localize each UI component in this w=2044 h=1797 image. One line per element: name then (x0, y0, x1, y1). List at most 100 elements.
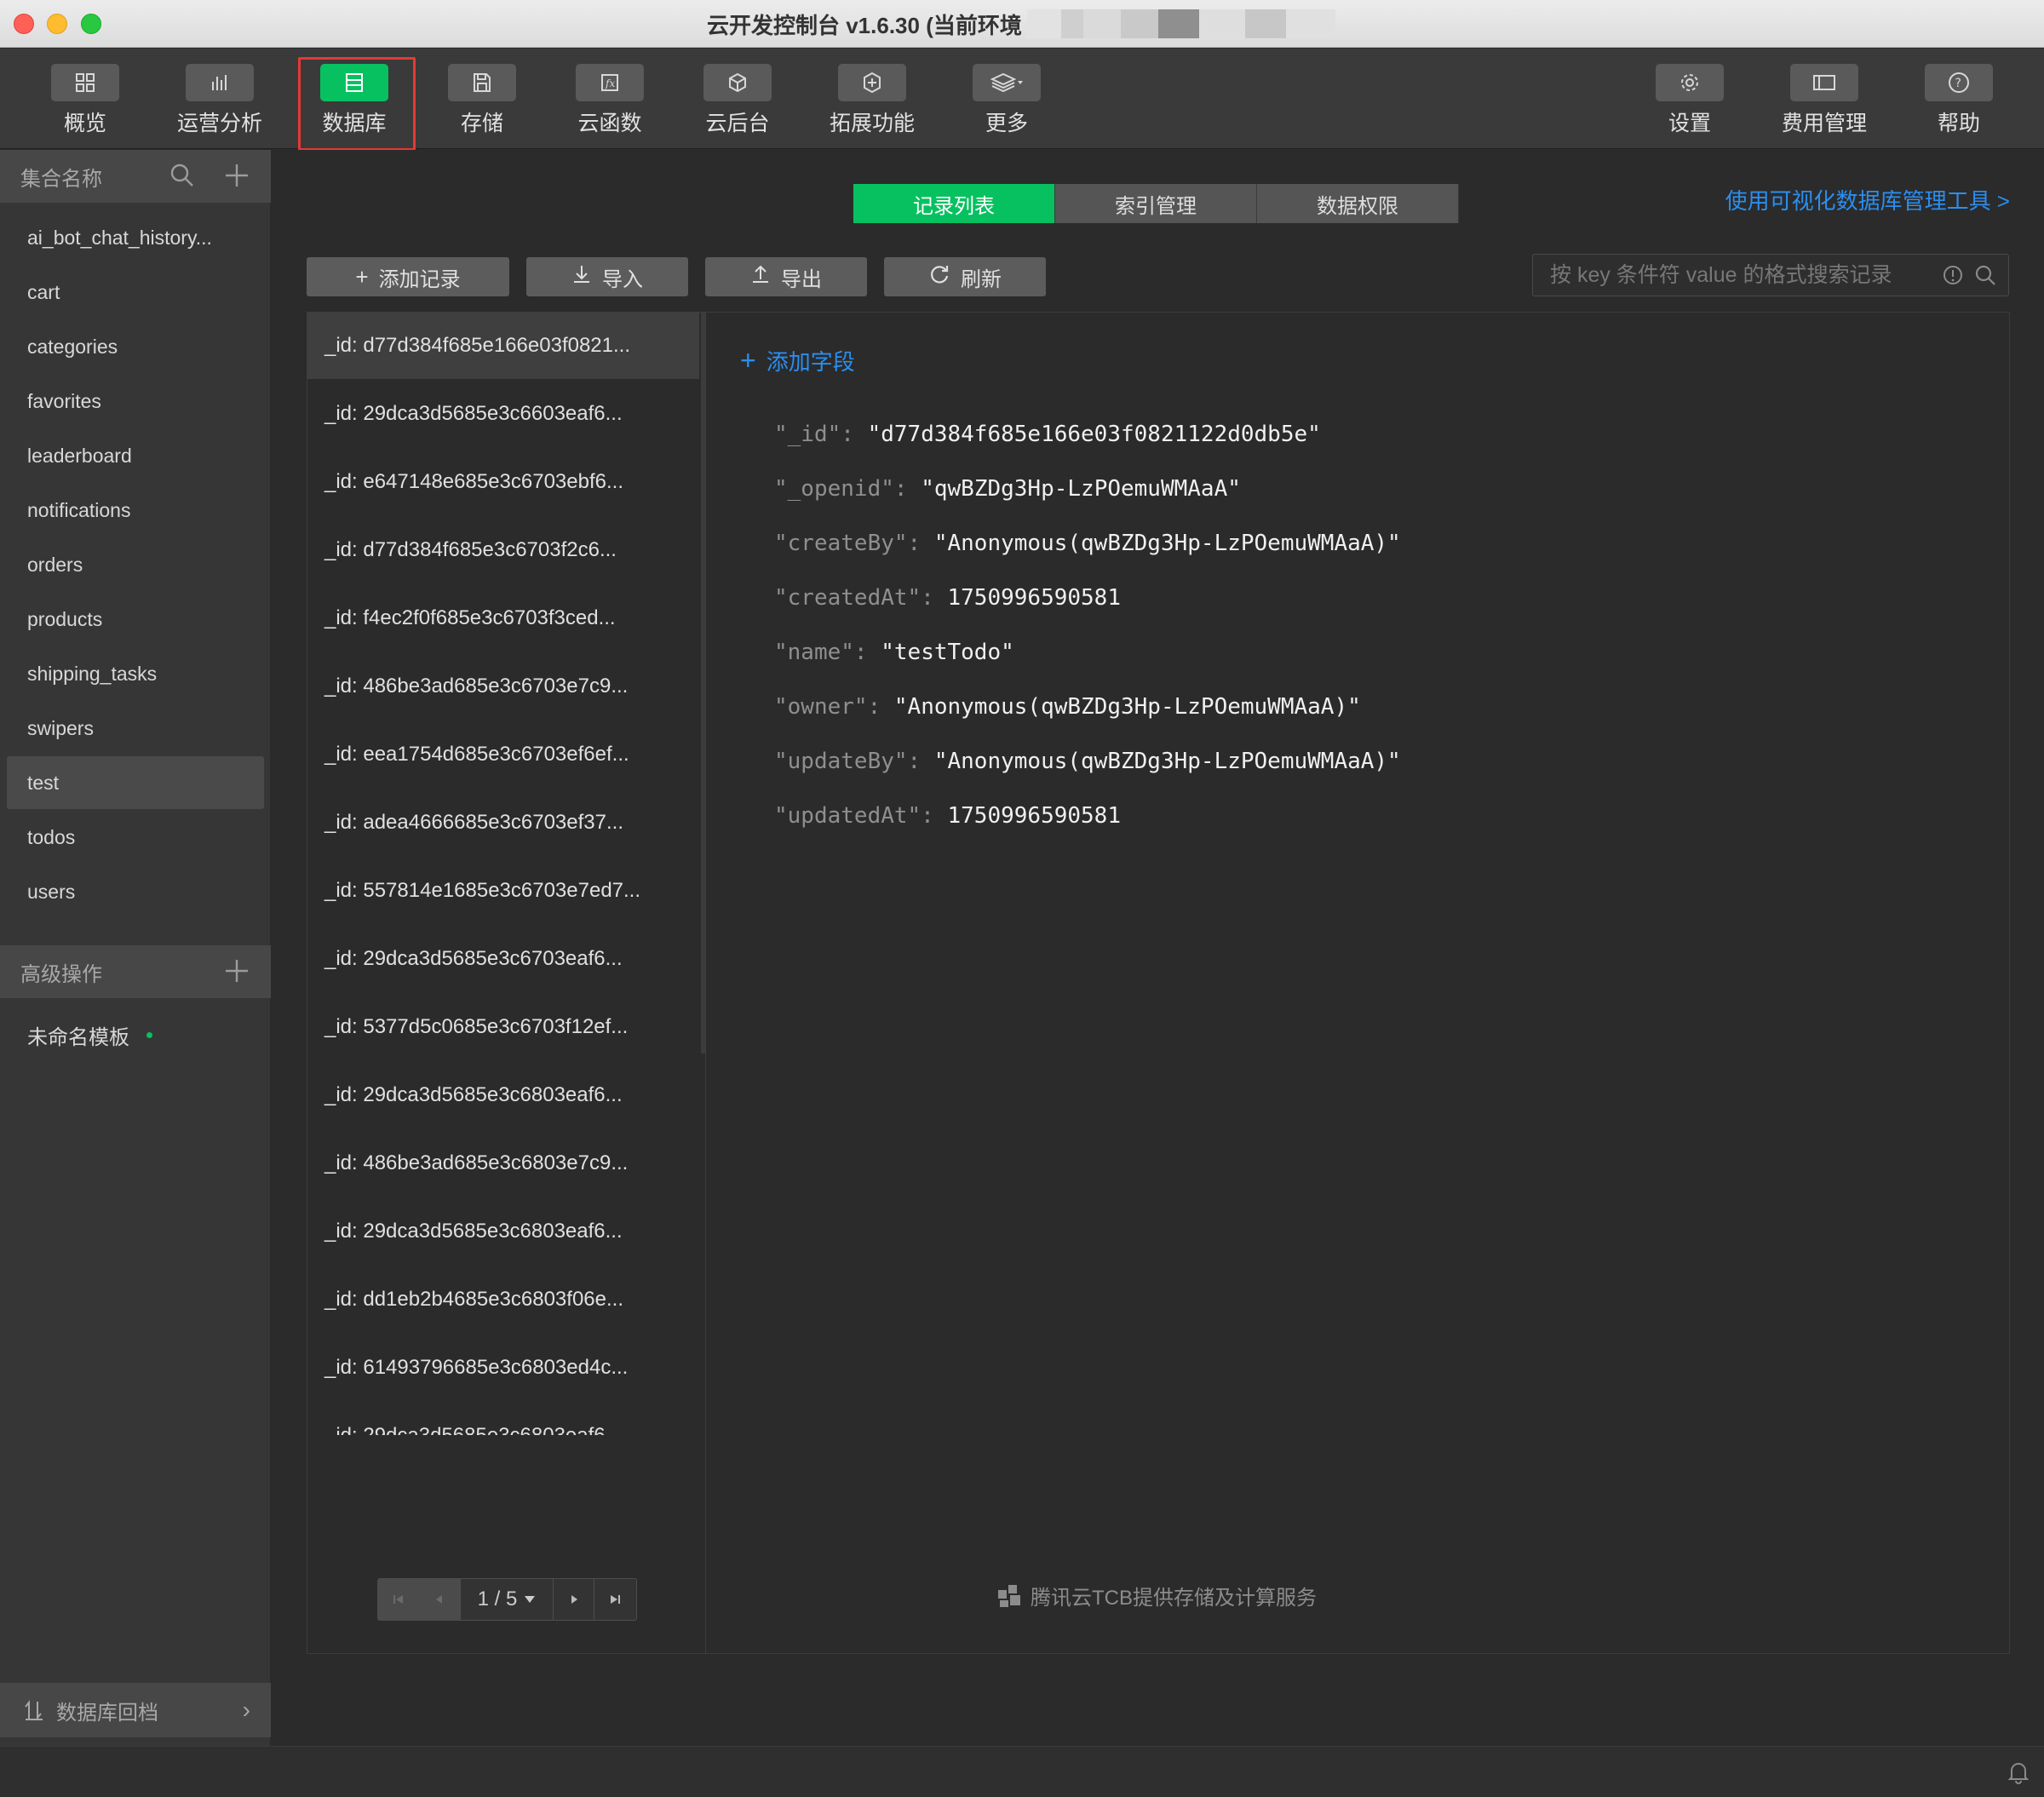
record-item[interactable]: _id: 557814e1685e3c6703e7ed7... (307, 858, 699, 924)
toolbar-analytics[interactable]: 运营分析 (169, 59, 271, 144)
record-field[interactable]: "name": "testTodo" (774, 640, 1014, 665)
toolbar-database[interactable]: 数据库 (298, 57, 416, 151)
record-field[interactable]: "_openid": "qwBZDg3Hp-LzPOemuWMAaA" (774, 476, 1241, 502)
sidebar-item-collection[interactable]: orders (7, 538, 264, 591)
database-rollback-label: 数据库回档 (56, 1701, 158, 1725)
record-search-input[interactable] (1550, 262, 1950, 288)
window-title-wrap: 云开发控制台 v1.6.30 (当前环境 (707, 9, 1335, 39)
field-value: "d77d384f685e166e03f0821122d0db5e" (867, 422, 1321, 447)
next-page-button[interactable] (554, 1579, 594, 1620)
plus-icon: + (740, 345, 756, 376)
record-item[interactable]: _id: 61493796685e3c6803ed4c... (307, 1335, 699, 1401)
record-field[interactable]: "owner": "Anonymous(qwBZDg3Hp-LzPOemuWMA… (774, 694, 1361, 720)
field-key: "owner": (774, 694, 881, 720)
record-item[interactable]: _id: 29dca3d5685e3c6703eaf6... (307, 926, 699, 992)
record-field[interactable]: "_id": "d77d384f685e166e03f0821122d0db5e… (774, 422, 1321, 447)
add-collection-icon[interactable] (223, 162, 250, 194)
record-field[interactable]: "updateBy": "Anonymous(qwBZDg3Hp-LzPOemu… (774, 749, 1401, 774)
toolbar-overview[interactable]: 概览 (34, 59, 136, 144)
tab-permissions[interactable]: 数据权限 (1257, 184, 1459, 223)
record-item[interactable]: _id: 29dca3d5685e3c6803eaf6... (307, 1062, 699, 1128)
toolbar-settings[interactable]: 设置 (1639, 59, 1741, 144)
sidebar-item-collection[interactable]: swipers (7, 702, 264, 755)
add-template-icon[interactable] (223, 957, 250, 990)
record-list-scrollbar[interactable] (701, 313, 705, 1054)
refresh-button[interactable]: 刷新 (884, 257, 1046, 296)
prev-page-button[interactable] (419, 1579, 460, 1620)
import-label: 导入 (602, 267, 643, 291)
first-page-button[interactable] (378, 1579, 419, 1620)
record-search (1532, 254, 2009, 296)
import-button[interactable]: 导入 (526, 257, 688, 296)
record-item[interactable]: _id: 29dca3d5685e3c6603eaf6... (307, 381, 699, 447)
field-separator (934, 585, 948, 611)
record-item[interactable]: _id: d77d384f685e166e03f0821... (307, 313, 699, 379)
record-field[interactable]: "createBy": "Anonymous(qwBZDg3Hp-LzPOemu… (774, 531, 1401, 556)
visual-db-tool-link[interactable]: 使用可视化数据库管理工具 > (1725, 184, 2010, 215)
sidebar-item-collection[interactable]: test (7, 756, 264, 809)
zoom-window-button[interactable] (81, 14, 101, 34)
advanced-header-label: 高级操作 (20, 962, 102, 986)
record-item[interactable]: _id: adea4666685e3c6703ef37... (307, 789, 699, 856)
record-item[interactable]: _id: f4ec2f0f685e3c6703f3ced... (307, 585, 699, 652)
template-item[interactable]: 未命名模板 (27, 1020, 152, 1050)
record-item[interactable]: _id: 486be3ad685e3c6803e7c9... (307, 1130, 699, 1197)
close-window-button[interactable] (14, 14, 34, 34)
toolbar-billing[interactable]: 费用管理 (1773, 59, 1875, 144)
info-icon[interactable] (1942, 264, 1964, 292)
record-item[interactable]: _id: dd1eb2b4685e3c6803f06e... (307, 1266, 699, 1333)
field-separator (934, 803, 948, 829)
sidebar-item-collection[interactable]: favorites (7, 375, 264, 428)
sidebar-item-collection[interactable]: categories (7, 320, 264, 373)
record-item[interactable]: _id: e647148e685e3c6703ebf6... (307, 449, 699, 515)
sidebar-item-collection[interactable]: shipping_tasks (7, 647, 264, 700)
toolbar-more-label: 更多 (985, 112, 1028, 135)
search-icon[interactable] (169, 162, 196, 194)
sidebar-item-collection[interactable]: todos (7, 811, 264, 864)
advanced-header: 高级操作 (0, 945, 271, 998)
export-button[interactable]: 导出 (705, 257, 867, 296)
tab-records[interactable]: 记录列表 (853, 184, 1055, 223)
record-item[interactable]: _id: 5377d5c0685e3c6703f12ef... (307, 994, 699, 1060)
template-item-label: 未命名模板 (27, 1026, 129, 1049)
page-selector[interactable]: 1 / 5 (460, 1579, 554, 1620)
field-separator (868, 640, 881, 665)
sidebar-item-collection[interactable]: leaderboard (7, 429, 264, 482)
collections-sidebar: 集合名称 ai_bot_chat_history... cart categorie… (0, 150, 271, 1746)
record-field[interactable]: "createdAt": 1750996590581 (774, 585, 1121, 611)
grid-icon (51, 64, 119, 101)
record-item[interactable]: _id: 29dca3d5685e3c6803eaf6... (307, 1198, 699, 1265)
refresh-label: 刷新 (961, 267, 1002, 291)
record-item[interactable]: _id: eea1754d685e3c6703ef6ef... (307, 721, 699, 788)
toolbar-extensions[interactable]: 拓展功能 (821, 59, 923, 144)
database-rollback-button[interactable]: 数据库回档 › (0, 1683, 271, 1737)
add-field-button[interactable]: + 添加字段 (740, 345, 855, 376)
field-key: "createBy": (774, 531, 922, 556)
field-key: "_openid": (774, 476, 908, 502)
record-item[interactable]: _id: 486be3ad685e3c6703e7c9... (307, 653, 699, 720)
toolbar-settings-label: 设置 (1668, 112, 1711, 135)
last-page-button[interactable] (594, 1579, 635, 1620)
minimize-window-button[interactable] (47, 14, 67, 34)
toolbar-functions[interactable]: fx 云函数 (559, 59, 661, 144)
toolbar-more[interactable]: 更多 (956, 59, 1058, 144)
toolbar-storage-label: 存储 (460, 112, 503, 135)
field-separator (881, 694, 894, 720)
toolbar-functions-label: 云函数 (577, 112, 642, 135)
record-item[interactable]: _id: d77d384f685e3c6703f2c6... (307, 517, 699, 583)
blur-block (1157, 9, 1199, 38)
sidebar-item-collection[interactable]: notifications (7, 484, 264, 537)
sidebar-item-collection[interactable]: ai_bot_chat_history... (7, 211, 264, 264)
toolbar-storage[interactable]: 存储 (431, 59, 533, 144)
refresh-icon (928, 263, 950, 291)
search-icon[interactable] (1974, 264, 1996, 292)
sidebar-item-collection[interactable]: products (7, 593, 264, 646)
toolbar-cloud-admin[interactable]: 云后台 (686, 59, 789, 144)
bell-icon[interactable] (2007, 1760, 2030, 1790)
add-record-button[interactable]: + 添加记录 (307, 257, 509, 296)
toolbar-help[interactable]: ? 帮助 (1908, 59, 2010, 144)
sidebar-item-collection[interactable]: cart (7, 266, 264, 319)
sidebar-item-collection[interactable]: users (7, 865, 264, 918)
tab-indexes[interactable]: 索引管理 (1055, 184, 1257, 223)
record-field[interactable]: "updatedAt": 1750996590581 (774, 803, 1121, 829)
